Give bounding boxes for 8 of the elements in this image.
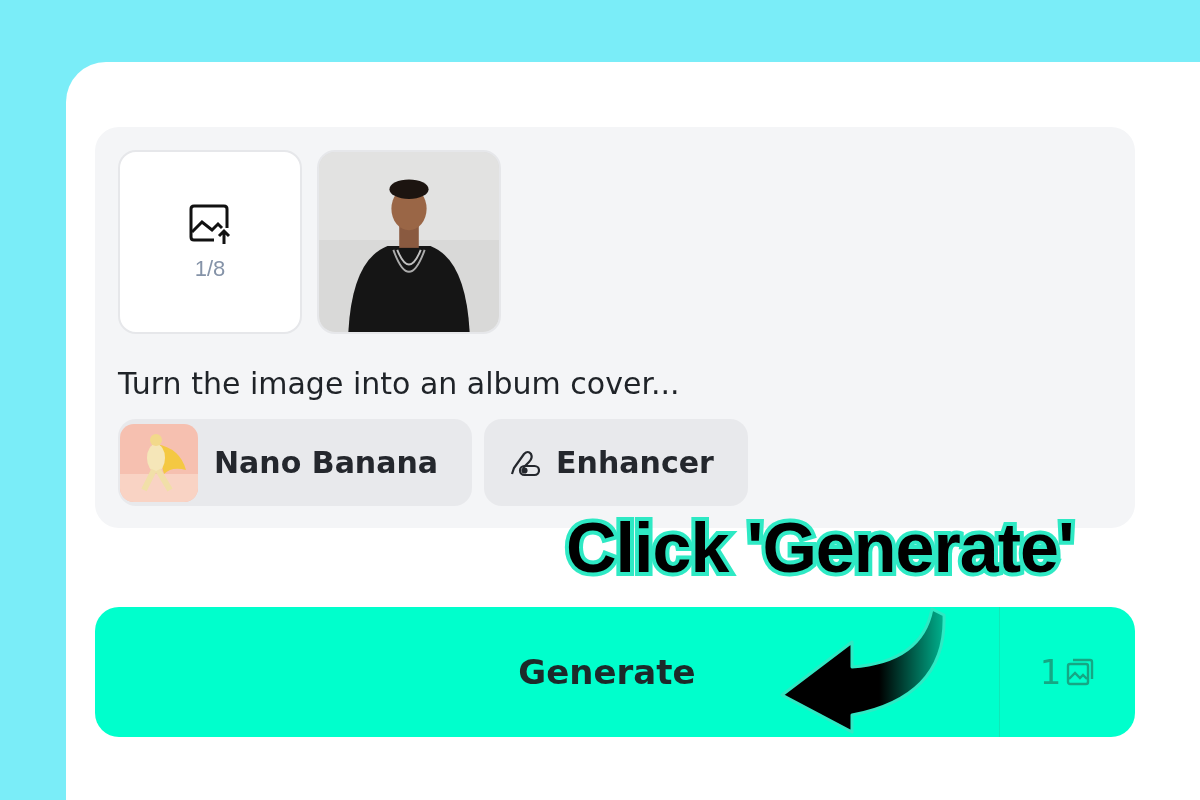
model-chip[interactable]: Nano Banana (118, 419, 473, 506)
generate-button[interactable]: Generate 1 (95, 607, 1135, 737)
credit-cost: 1 (999, 607, 1135, 737)
annotation-text: Click 'Generate' (566, 508, 1074, 588)
image-upload-icon (188, 202, 232, 246)
prompt-text: Turn the image into an album cover... (118, 366, 681, 401)
images-icon (1065, 657, 1096, 687)
enhancer-chip[interactable]: Enhancer (484, 419, 748, 506)
